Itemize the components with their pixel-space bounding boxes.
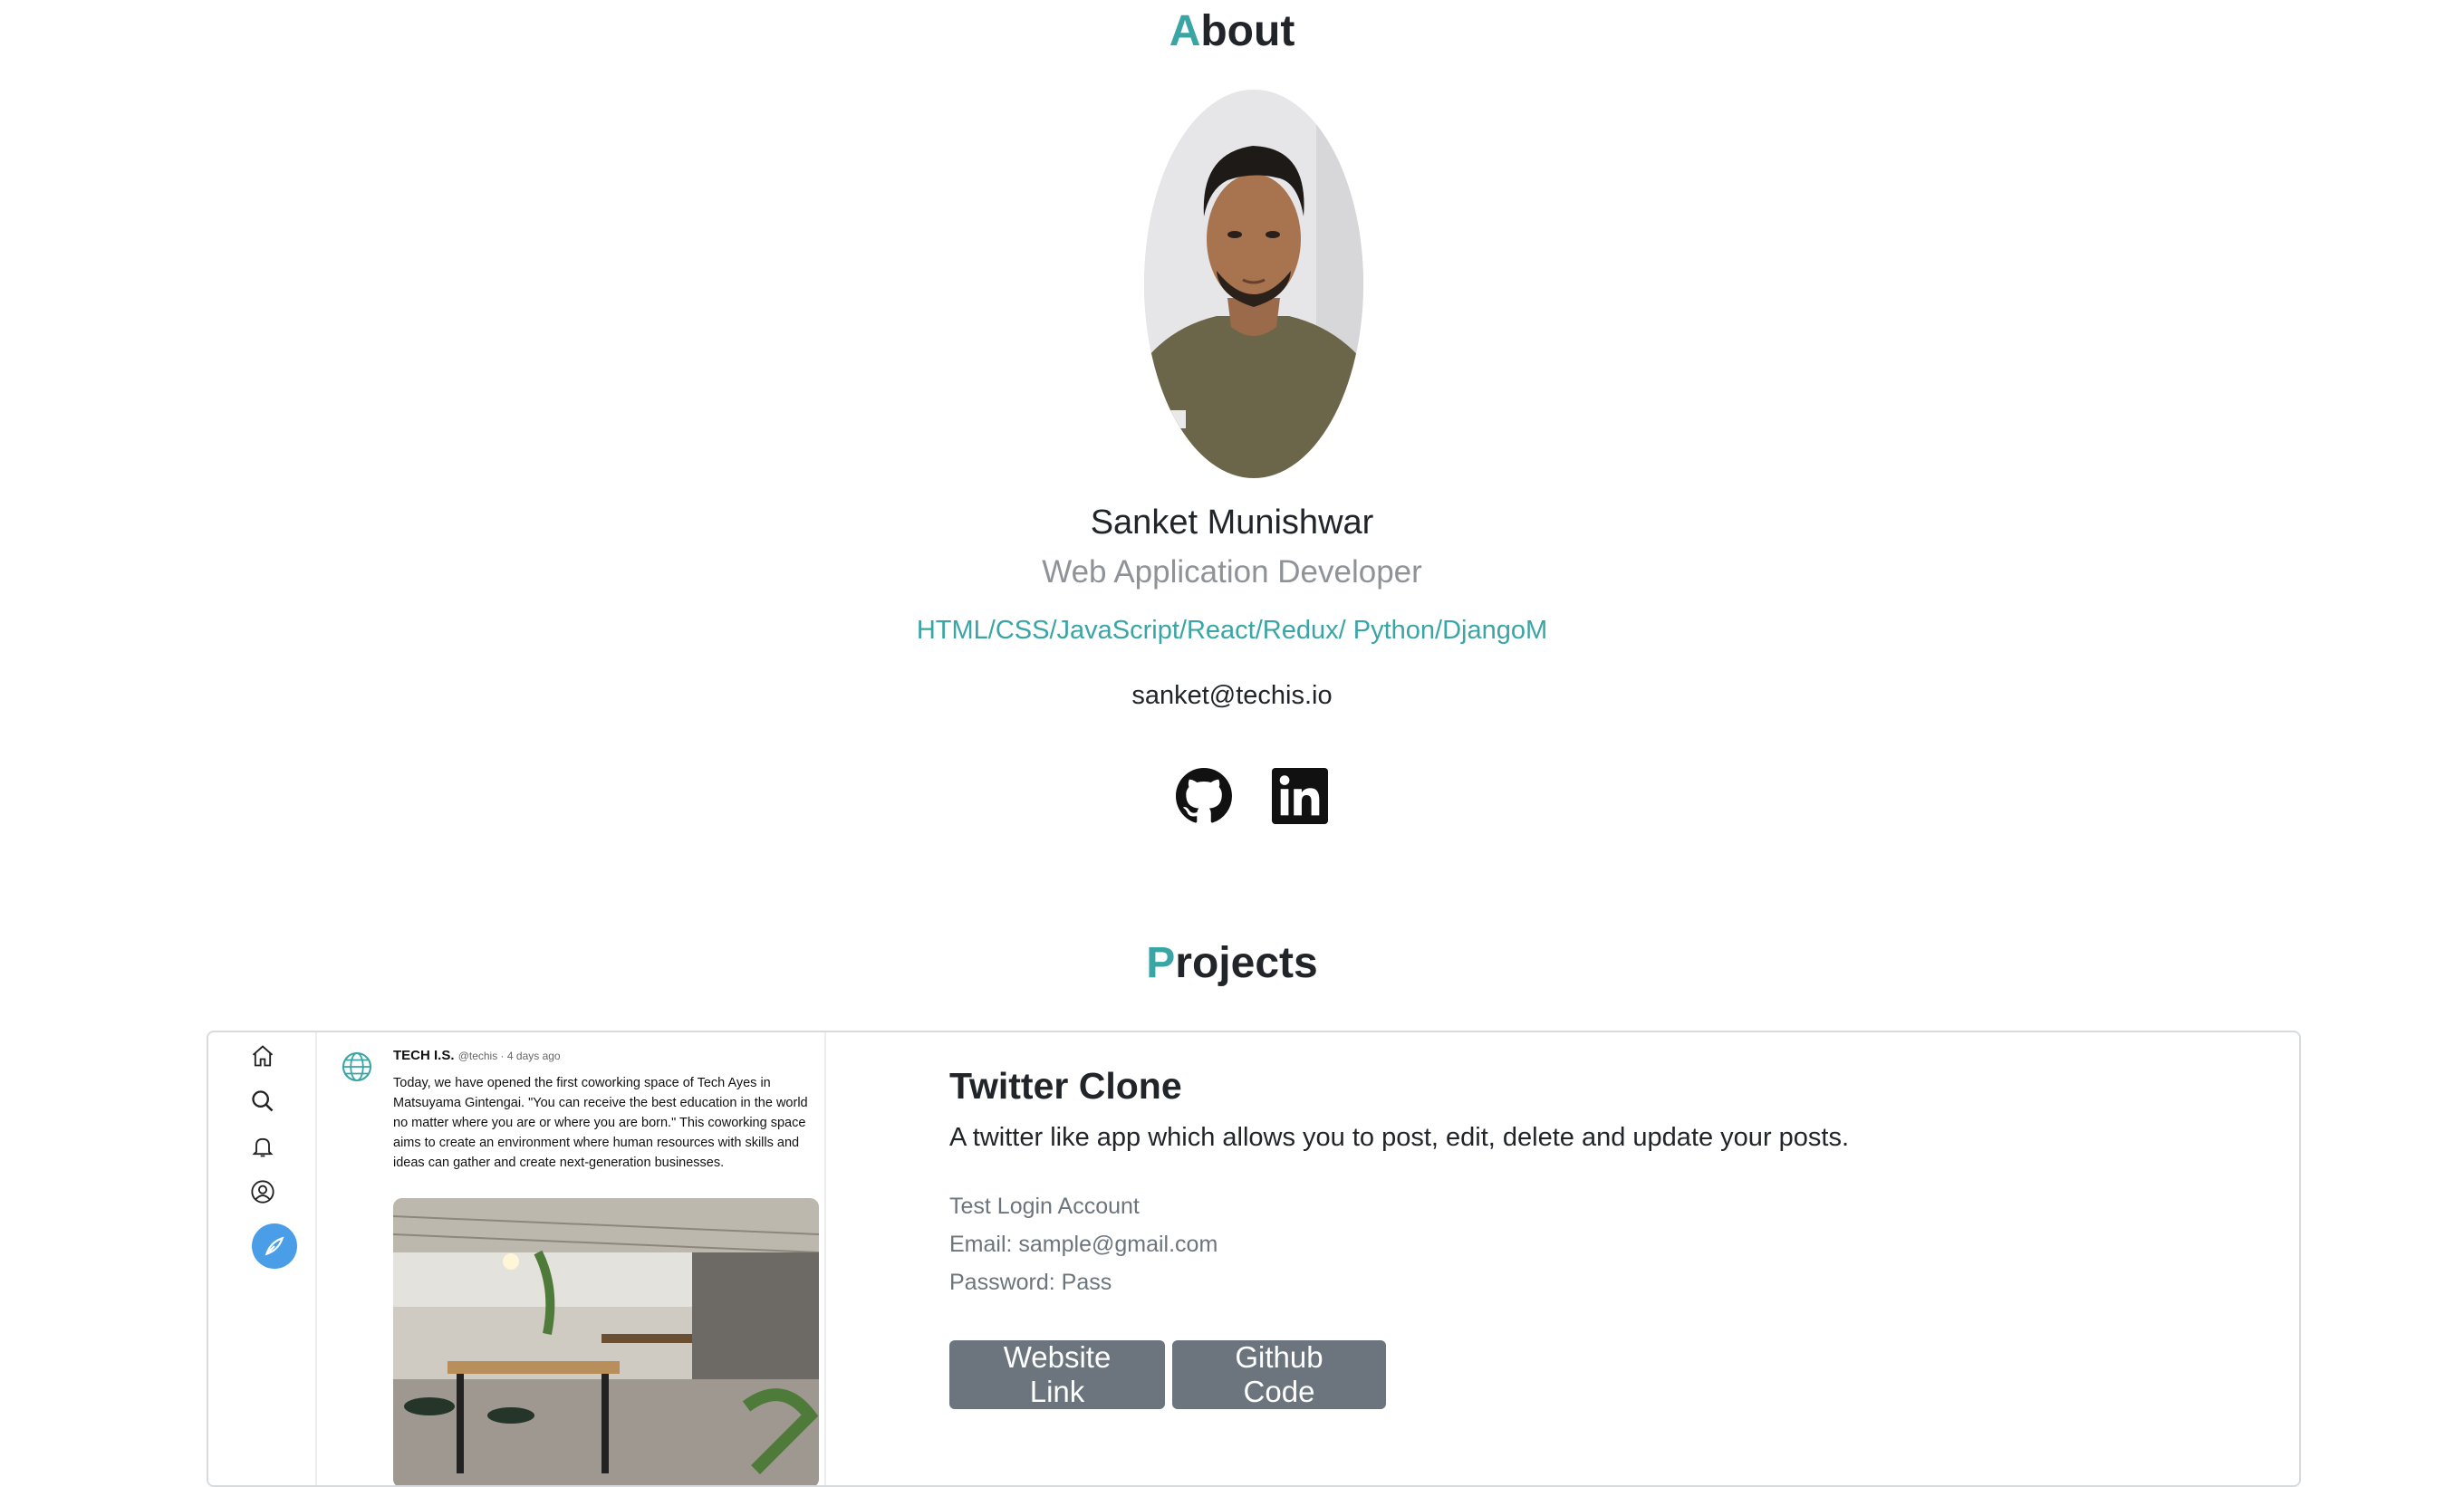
home-icon [252, 1045, 274, 1067]
post-account-name: TECH I.S. [393, 1048, 455, 1063]
coworking-space-image [393, 1198, 819, 1485]
profile-role: Web Application Developer [1042, 554, 1422, 590]
post-text: Today, we have opened the first coworkin… [393, 1076, 808, 1170]
linkedin-icon [1272, 768, 1328, 824]
project-title: Twitter Clone [949, 1065, 1182, 1107]
profile-email: sanket@techis.io [1131, 681, 1333, 710]
projects-heading-rest: rojects [1175, 939, 1318, 987]
about-heading-rest: bout [1200, 7, 1295, 55]
bell-icon [252, 1137, 274, 1157]
website-link-button[interactable]: Website Link [949, 1340, 1165, 1409]
post-handle-time: @techis · 4 days ago [457, 1050, 561, 1062]
about-heading-initial: A [1169, 7, 1201, 55]
project-description: A twitter like app which allows you to p… [949, 1123, 1850, 1152]
github-code-button[interactable]: Github Code [1172, 1340, 1386, 1409]
compose-icon [265, 1236, 284, 1256]
user-icon [251, 1180, 274, 1204]
project-card: TECH I.S. @techis · 4 days ago Today, we… [207, 1031, 2301, 1487]
globe-icon [342, 1051, 372, 1082]
screenshot-feed: TECH I.S. @techis · 4 days ago Today, we… [317, 1032, 826, 1485]
test-account-email: Email: sample@gmail.com [949, 1232, 1218, 1257]
screenshot-sidebar [208, 1032, 317, 1485]
post-meta: TECH I.S. @techis · 4 days ago [393, 1048, 561, 1063]
about-heading: About [0, 10, 2464, 53]
profile-photo-image [1144, 90, 1363, 478]
projects-heading: Projects [0, 942, 2464, 985]
profile-photo [1144, 90, 1363, 478]
profile-skills: HTML/CSS/JavaScript/React/Redux/ Python/… [916, 616, 1548, 645]
test-account-heading: Test Login Account [949, 1194, 1140, 1219]
compose-button [252, 1223, 297, 1269]
github-icon [1176, 768, 1232, 823]
projects-heading-initial: P [1146, 939, 1176, 987]
project-screenshot: TECH I.S. @techis · 4 days ago Today, we… [208, 1032, 826, 1485]
post-photo [393, 1198, 819, 1485]
profile-name: Sanket Munishwar [1090, 504, 1374, 542]
linkedin-link[interactable] [1270, 766, 1330, 826]
github-link[interactable] [1174, 766, 1234, 826]
search-icon [252, 1090, 274, 1112]
test-account-password: Password: Pass [949, 1270, 1112, 1295]
